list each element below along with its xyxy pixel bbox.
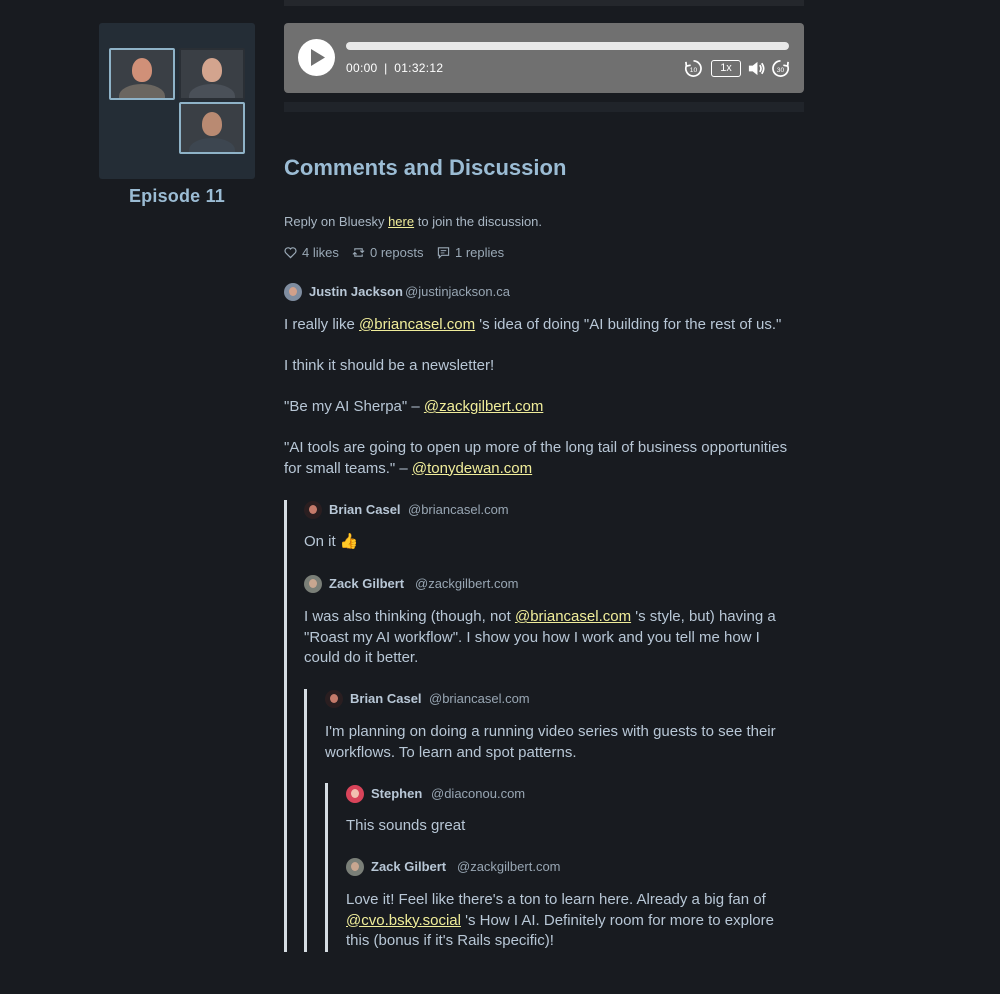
author-name: Zack Gilbert — [329, 576, 405, 591]
author-name: Stephen — [371, 786, 423, 801]
avatar — [284, 283, 302, 301]
author-handle: @zackgilbert.com — [457, 859, 561, 874]
comment-paragraph: "Be my AI Sherpa" – @zackgilbert.com — [284, 397, 804, 418]
mention-link[interactable]: @briancasel.com — [359, 316, 475, 333]
reposts-count: 0 reposts — [370, 245, 424, 260]
avatar — [346, 785, 364, 803]
comment-text: This sounds great — [346, 817, 466, 834]
mention-link[interactable]: @zackgilbert.com — [424, 398, 543, 415]
comment-text: I was also thinking (though, not @brianc… — [304, 607, 799, 669]
avatar — [304, 501, 322, 519]
likes-count: 4 likes — [302, 245, 339, 260]
author-name: Brian Casel — [329, 502, 401, 517]
repost-icon — [352, 248, 365, 257]
author-handle: @justinjackson.ca — [405, 284, 510, 299]
reply-suffix: to join the discussion. — [417, 214, 543, 229]
svg-text:10: 10 — [690, 67, 698, 74]
avatar — [325, 690, 343, 708]
audio-player: 00:00 | 01:32:12 10 1x 30 — [284, 23, 804, 93]
volume-icon[interactable] — [747, 59, 766, 78]
duration: 01:32:12 — [394, 61, 444, 75]
comment-text: Love it! Feel like there's a ton to lear… — [346, 890, 791, 952]
text-segment: 's idea of doing "AI building for the re… — [475, 316, 782, 333]
text-segment: "Be my AI Sherpa" – — [284, 398, 424, 415]
author-handle: @diaconou.com — [431, 786, 526, 801]
author-handle: @briancasel.com — [408, 502, 509, 517]
episode-card[interactable] — [99, 23, 255, 179]
text-segment: I really like — [284, 316, 360, 333]
forward-30-icon[interactable]: 30 — [771, 59, 790, 78]
avatar — [346, 858, 364, 876]
mention-link[interactable]: @cvo.bsky.social — [346, 912, 461, 929]
mention-link[interactable]: @tonydewan.com — [412, 460, 532, 477]
comment-text: On it 👍 — [304, 533, 359, 550]
time-separator: | — [384, 61, 388, 75]
reply-prefix: Reply on Bluesky — [284, 214, 385, 229]
comment-paragraph: "AI tools are going to open up more of t… — [284, 438, 804, 479]
host-avatar-3 — [179, 102, 245, 154]
heart-icon — [284, 247, 297, 259]
rewind-10-icon[interactable]: 10 — [684, 59, 703, 78]
comment-paragraph: I really like @briancasel.com 's idea of… — [284, 315, 804, 336]
host-avatar-2 — [179, 48, 245, 100]
comment-text: I'm planning on doing a running video se… — [325, 723, 776, 761]
player-divider — [284, 102, 804, 112]
avatar — [304, 575, 322, 593]
reply-here-link[interactable]: here — [388, 214, 414, 229]
play-icon — [311, 49, 325, 66]
thread-line-level-2 — [304, 689, 307, 952]
speed-button[interactable]: 1x — [711, 60, 741, 77]
replies-count: 1 replies — [455, 245, 505, 260]
top-media-strip — [284, 0, 804, 6]
progress-bar[interactable] — [346, 42, 789, 50]
play-button[interactable] — [298, 39, 335, 76]
author-name: Brian Casel — [350, 691, 422, 706]
text-segment: Love it! Feel like there's a ton to lear… — [346, 891, 766, 908]
current-time: 00:00 — [346, 61, 378, 75]
author-name: Zack Gilbert — [371, 859, 447, 874]
mention-link[interactable]: @briancasel.com — [515, 608, 631, 625]
time-display: 00:00 | 01:32:12 — [346, 61, 443, 75]
thread-line-level-3 — [325, 783, 328, 952]
svg-text:30: 30 — [777, 67, 785, 74]
author-handle: @briancasel.com — [429, 691, 530, 706]
discussion-heading: Comments and Discussion — [284, 155, 567, 180]
author-handle: @zackgilbert.com — [415, 576, 519, 591]
thread-line-level-1 — [284, 500, 287, 952]
text-segment: I was also thinking (though, not — [304, 608, 515, 625]
comment-paragraph: I think it should be a newsletter! — [284, 357, 495, 374]
reply-prompt: Reply on Bluesky here to join the discus… — [284, 214, 542, 229]
episode-title: Episode 11 — [128, 186, 226, 206]
author-name: Justin Jackson — [309, 284, 403, 299]
host-avatar-1 — [109, 48, 175, 100]
comment-icon — [437, 247, 450, 259]
text-segment: "AI tools are going to open up more of t… — [284, 439, 788, 477]
